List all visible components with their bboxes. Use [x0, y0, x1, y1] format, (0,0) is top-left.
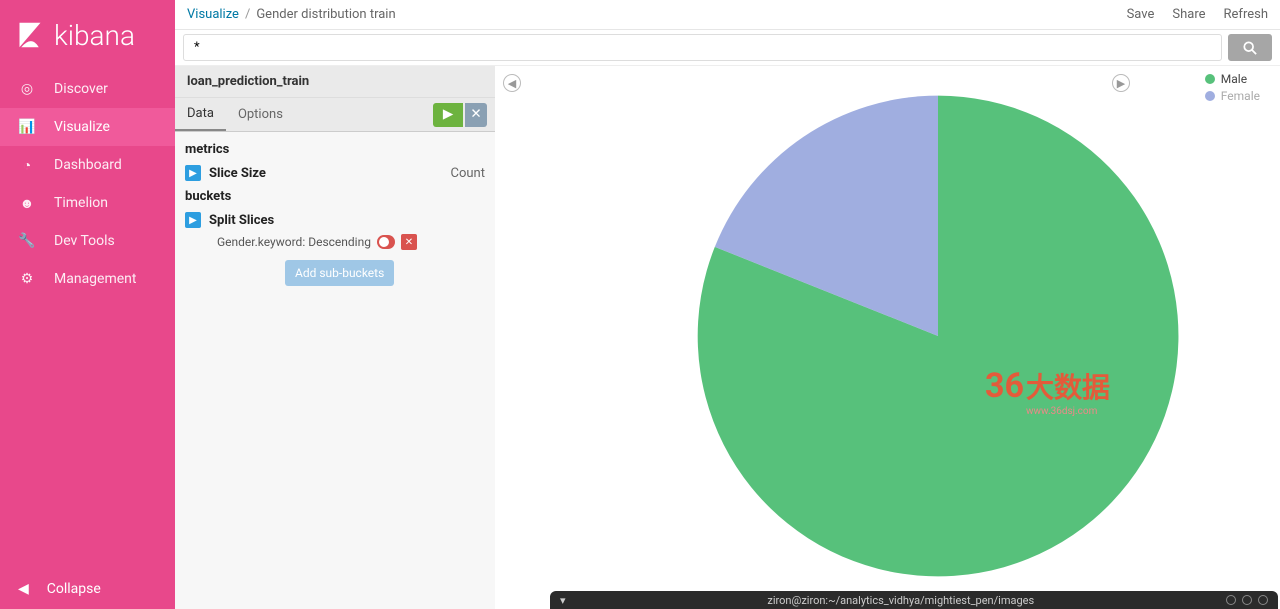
- nav-management[interactable]: ⚙Management: [0, 260, 175, 298]
- brand-logo: kibana: [0, 0, 175, 70]
- maximize-icon[interactable]: [1242, 595, 1252, 605]
- bucket-detail: Gender.keyword: Descending ✕: [185, 232, 485, 260]
- topbar: Visualize / Gender distribution train Sa…: [175, 0, 1280, 30]
- config-panel: loan_prediction_train Data Options ▶ ✕ m…: [175, 66, 495, 609]
- tab-data[interactable]: Data: [175, 98, 226, 131]
- delete-bucket-button[interactable]: ✕: [401, 234, 417, 250]
- sidebar: kibana ◎Discover 📊Visualize ◔Dashboard ☻…: [0, 0, 175, 609]
- panel-collapse-left[interactable]: ◀: [503, 74, 521, 92]
- add-sub-buckets-button[interactable]: Add sub-buckets: [285, 260, 394, 286]
- buckets-heading: buckets: [185, 185, 485, 208]
- kibana-icon: [16, 21, 44, 49]
- metric-label: Slice Size: [209, 166, 266, 181]
- refresh-button[interactable]: Refresh: [1224, 7, 1268, 22]
- minimize-icon[interactable]: [1226, 595, 1236, 605]
- index-pattern[interactable]: loan_prediction_train: [175, 66, 495, 98]
- nav-timelion[interactable]: ☻Timelion: [0, 184, 175, 222]
- brand-text: kibana: [54, 19, 135, 52]
- close-icon[interactable]: [1258, 595, 1268, 605]
- terminal-bar[interactable]: ▾ ziron@ziron:~/analytics_vidhya/mightie…: [550, 591, 1278, 609]
- tab-options[interactable]: Options: [226, 99, 295, 130]
- legend-item-female[interactable]: Female: [1205, 89, 1260, 103]
- nav-discover[interactable]: ◎Discover: [0, 70, 175, 108]
- breadcrumb-page: Gender distribution train: [256, 7, 395, 22]
- collapse-button[interactable]: ◀Collapse: [0, 569, 175, 609]
- breadcrumb-sep: /: [245, 7, 250, 22]
- bucket-row[interactable]: ▶ Split Slices: [185, 208, 485, 232]
- nav: ◎Discover 📊Visualize ◔Dashboard ☻Timelio…: [0, 70, 175, 569]
- breadcrumb-root[interactable]: Visualize: [187, 7, 239, 22]
- visualization-area: ◀ ▶ Male Female field value Count: [495, 66, 1280, 609]
- legend-dot-icon: [1205, 91, 1215, 101]
- metric-row[interactable]: ▶ Slice Size Count: [185, 161, 485, 185]
- nav-dashboard[interactable]: ◔Dashboard: [0, 146, 175, 184]
- metric-agg: Count: [451, 166, 485, 181]
- pie-chart[interactable]: [688, 86, 1188, 586]
- save-button[interactable]: Save: [1127, 7, 1155, 22]
- discard-button[interactable]: ✕: [465, 103, 487, 127]
- toggle-switch[interactable]: [377, 235, 395, 249]
- nav-visualize[interactable]: 📊Visualize: [0, 108, 175, 146]
- search-button[interactable]: [1228, 34, 1272, 61]
- workspace: loan_prediction_train Data Options ▶ ✕ m…: [175, 66, 1280, 609]
- apply-button[interactable]: ▶: [433, 103, 463, 127]
- caret-icon: ▶: [185, 212, 201, 228]
- legend-item-male[interactable]: Male: [1205, 72, 1260, 86]
- metrics-heading: metrics: [185, 138, 485, 161]
- terminal-path: ziron@ziron:~/analytics_vidhya/mightiest…: [576, 594, 1226, 607]
- query-input[interactable]: [183, 34, 1222, 61]
- share-button[interactable]: Share: [1172, 7, 1205, 22]
- bucket-label: Split Slices: [209, 213, 274, 228]
- window-buttons: [1226, 595, 1278, 605]
- main: Visualize / Gender distribution train Sa…: [175, 0, 1280, 609]
- legend-dot-icon: [1205, 74, 1215, 84]
- chevron-down-icon[interactable]: ▾: [550, 594, 576, 607]
- top-actions: Save Share Refresh: [1127, 7, 1268, 22]
- legend: Male Female: [1205, 72, 1260, 106]
- query-bar: [175, 30, 1280, 66]
- caret-icon: ▶: [185, 165, 201, 181]
- nav-devtools[interactable]: 🔧Dev Tools: [0, 222, 175, 260]
- bucket-order: Gender.keyword: Descending: [217, 235, 371, 249]
- search-icon: [1243, 41, 1257, 55]
- config-tabs: Data Options ▶ ✕: [175, 98, 495, 132]
